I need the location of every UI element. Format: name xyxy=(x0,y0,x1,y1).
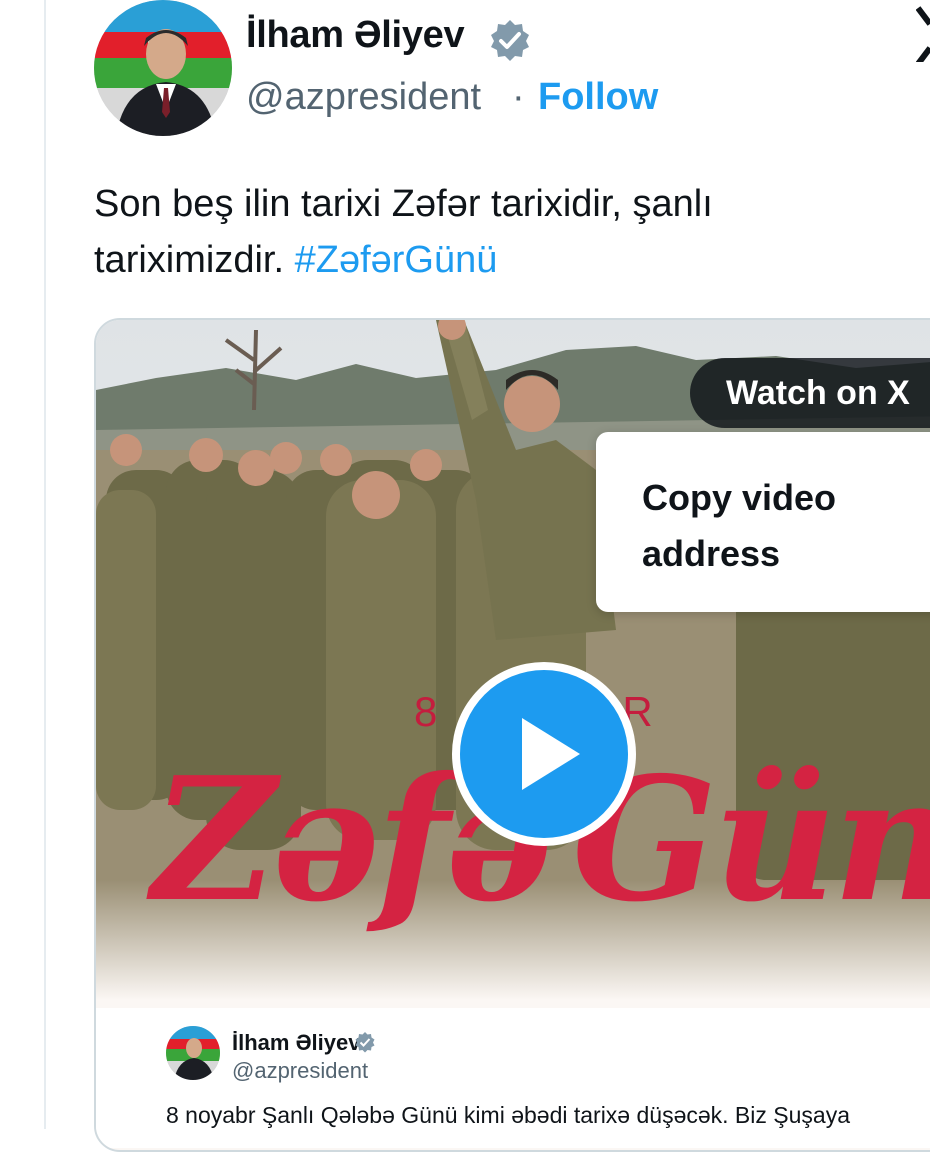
separator-dot: · xyxy=(512,76,525,118)
follow-button[interactable]: Follow xyxy=(538,76,658,119)
video-card[interactable]: 8 RR Zəfə Günü Watch on X Copy video add… xyxy=(94,318,930,1152)
watch-on-x-button[interactable]: Watch on X xyxy=(690,358,930,428)
author-handle[interactable]: @azpresident xyxy=(246,76,481,119)
verified-badge-icon xyxy=(488,18,532,62)
embedded-author-name: İlham Əliyev xyxy=(232,1030,361,1055)
context-menu: Copy video address xyxy=(596,432,930,612)
embedded-verified-badge-icon xyxy=(354,1031,376,1053)
embedded-author-handle: @azpresident xyxy=(232,1058,369,1083)
author-avatar[interactable] xyxy=(94,0,232,136)
overlay-date: 8 xyxy=(414,688,442,735)
play-button[interactable] xyxy=(460,670,628,838)
tweet-text: Son beş ilin tarixi Zəfər tarixidir, şan… xyxy=(94,176,894,288)
play-icon xyxy=(522,718,580,790)
close-icon[interactable] xyxy=(915,6,930,66)
menu-item-copy-video-address[interactable]: Copy video address xyxy=(642,470,882,582)
timeline-border xyxy=(44,0,46,1129)
hashtag-link[interactable]: #ZəfərGünü xyxy=(295,239,498,281)
embedded-tweet-text: 8 noyabr Şanlı Qələbə Günü kimi əbədi ta… xyxy=(166,1102,850,1128)
embedded-tweet-card: İlham Əliyev @azpresident 8 noyabr Şanlı… xyxy=(96,1008,930,1148)
embedded-author-avatar xyxy=(166,1026,220,1080)
author-name[interactable]: İlham Əliyev xyxy=(246,14,465,57)
